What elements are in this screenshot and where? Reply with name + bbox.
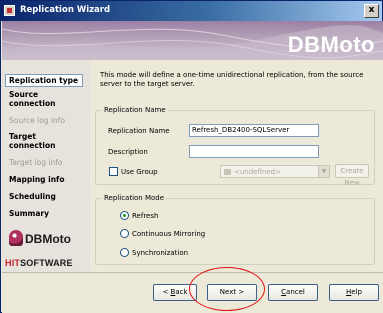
highlight-ellipse (189, 267, 265, 311)
refresh-radio[interactable] (120, 211, 129, 220)
step-source-connection[interactable]: Source connection (9, 90, 79, 108)
refresh-label: Refresh (132, 212, 159, 220)
use-group-label: Use Group (121, 168, 158, 176)
chevron-down-icon: ▼ (318, 166, 329, 177)
help-button[interactable]: Help (329, 284, 379, 301)
synchronization-radio[interactable] (120, 248, 129, 257)
step-target-log-info: Target log info (9, 158, 63, 167)
continuous-mirroring-label: Continuous Mirroring (132, 230, 206, 238)
replication-name-group: Replication Name Replication Name Refres… (95, 106, 375, 187)
replication-wizard-window: Replication Wizard x DBMoto Replication … (0, 0, 383, 313)
hitsoftware-logo: HITSOFTWARE (5, 258, 73, 268)
group-icon (224, 169, 231, 175)
cancel-button[interactable]: Cancel (268, 284, 318, 301)
dbmoto-logo-text: DBMoto (25, 232, 71, 246)
banner-title: DBMoto (287, 32, 375, 57)
step-target-connection[interactable]: Target connection (9, 132, 79, 150)
app-icon (4, 5, 15, 16)
replication-mode-group: Replication Mode Refresh Continuous Mirr… (95, 194, 375, 265)
description-input[interactable] (189, 145, 319, 158)
main-panel: This mode will define a one-time unidire… (90, 60, 383, 272)
step-mapping-info[interactable]: Mapping info (9, 175, 64, 184)
header-banner: DBMoto (2, 21, 383, 60)
create-new-button: Create New (335, 164, 369, 187)
group-select-value: <undefined> (234, 168, 281, 176)
replication-name-label: Replication Name (108, 127, 170, 135)
wizard-steps-sidebar: Replication type Source connection Sourc… (2, 60, 90, 272)
dbmoto-logo-icon (9, 230, 23, 246)
continuous-mirroring-radio[interactable] (120, 229, 129, 238)
close-button[interactable]: x (364, 4, 379, 18)
step-summary[interactable]: Summary (9, 209, 49, 218)
mode-description: This mode will define a one-time unidire… (100, 71, 364, 88)
step-source-log-info: Source log info (9, 116, 66, 125)
use-group-checkbox[interactable] (109, 167, 118, 176)
group-select: <undefined> ▼ (220, 165, 330, 178)
replication-mode-legend: Replication Mode (102, 194, 167, 202)
synchronization-label: Synchronization (132, 249, 189, 257)
step-replication-type[interactable]: Replication type (5, 74, 83, 87)
title-bar[interactable]: Replication Wizard x (1, 1, 382, 21)
replication-name-input[interactable]: Refresh_DB2400-SQLServer (189, 124, 319, 137)
description-label: Description (108, 148, 148, 156)
window-title: Replication Wizard (20, 5, 111, 15)
step-scheduling[interactable]: Scheduling (9, 192, 56, 201)
dbmoto-logo: DBMoto (7, 228, 85, 250)
replication-name-legend: Replication Name (102, 106, 168, 114)
